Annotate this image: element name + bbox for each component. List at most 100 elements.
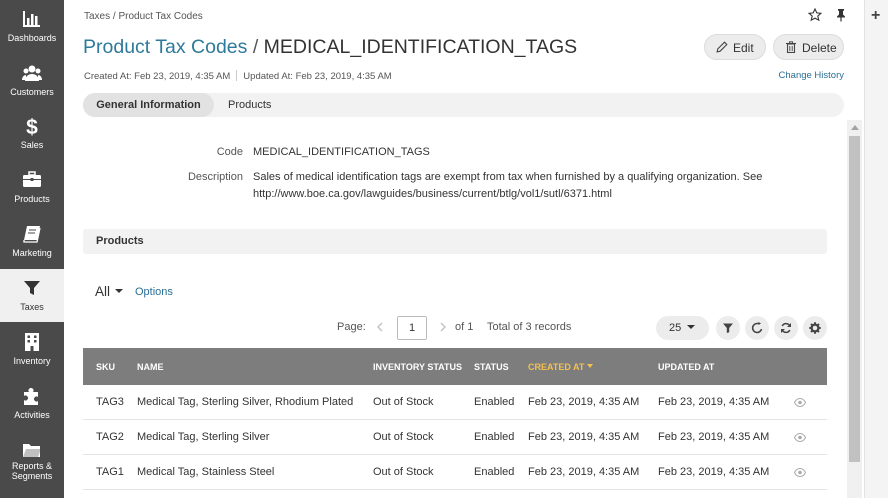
title-entity-link[interactable]: Product Tax Codes [83,36,247,58]
column-header-created-at[interactable]: CREATED AT [528,362,594,372]
edit-button[interactable]: Edit [704,34,766,60]
cell-name: Medical Tag, Stainless Steel [137,466,275,478]
tab-general-information[interactable]: General Information [83,93,214,117]
chevron-left-icon[interactable] [376,322,384,332]
nav-item-activities[interactable]: Activities [0,377,64,430]
table-row[interactable]: TAG3 Medical Tag, Sterling Silver, Rhodi… [83,385,827,420]
nav-item-products[interactable]: Products [0,161,64,214]
nav-label: Dashboards [7,33,57,43]
table-row[interactable]: TAG2 Medical Tag, Sterling Silver Out of… [83,420,827,455]
users-icon [22,65,42,81]
created-at-header-label: CREATED AT [528,362,585,372]
column-header-updated-at[interactable]: UPDATED AT [658,362,714,372]
pin-icon[interactable] [834,8,848,22]
building-icon [25,333,39,351]
delete-button[interactable]: Delete [773,34,844,60]
column-header-inventory-status[interactable]: INVENTORY STATUS [373,362,462,372]
meta-divider [236,70,238,81]
change-history-link[interactable]: Change History [779,70,844,81]
refresh-icon [781,322,791,334]
left-nav: Dashboards Customers $ Sales Products Ma… [0,0,64,498]
cell-sku: TAG2 [96,431,124,443]
nav-item-inventory[interactable]: Inventory [0,323,64,376]
cell-status: Enabled [474,396,515,408]
page-title: Product Tax Codes / MEDICAL_IDENTIFICATI… [83,36,577,59]
tab-products[interactable]: Products [228,93,271,117]
settings-button[interactable] [803,316,827,340]
refresh-button[interactable] [774,316,798,340]
description-value: Sales of medical identification tags are… [253,169,793,203]
pencil-icon [716,41,728,53]
page-label: Page: [337,321,366,333]
chevron-down-icon [687,325,696,329]
column-header-status[interactable]: STATUS [474,362,509,372]
column-header-name[interactable]: NAME [137,362,164,372]
code-value: MEDICAL_IDENTIFICATION_TAGS [253,146,430,158]
nav-item-dashboards[interactable]: Dashboards [0,0,64,53]
plus-icon[interactable]: + [871,8,880,24]
cell-updated-at: Feb 23, 2019, 4:35 AM [658,396,770,408]
folder-icon [23,444,41,457]
column-header-sku[interactable]: SKU [96,362,115,372]
per-page-select[interactable]: 25 [656,316,709,340]
undo-icon [751,322,763,334]
nav-label: Customers [10,87,54,97]
dollar-icon: $ [26,116,38,136]
nav-item-reports-segments[interactable]: Reports & Segments [0,431,64,498]
cell-name: Medical Tag, Sterling Silver [137,431,270,443]
svg-text:$: $ [26,116,38,136]
options-link[interactable]: Options [135,286,173,298]
nav-label: Inventory [13,356,51,366]
nav-item-marketing[interactable]: Marketing [0,215,64,268]
view-selector-label: All [95,284,111,299]
cell-created-at: Feb 23, 2019, 4:35 AM [528,431,640,443]
nav-item-sales[interactable]: $ Sales [0,107,64,160]
total-records: Total of 3 records [487,321,572,333]
eye-icon[interactable] [794,433,806,442]
nav-item-customers[interactable]: Customers [0,54,64,107]
edit-label: Edit [733,41,754,55]
delete-label: Delete [802,41,837,55]
cell-created-at: Feb 23, 2019, 4:35 AM [528,466,640,478]
nav-item-taxes[interactable]: Taxes [0,269,64,322]
nav-label: Taxes [20,302,44,312]
nav-label: Reports & Segments [0,461,64,481]
nav-label: Products [14,194,50,204]
scrollbar[interactable] [847,120,862,498]
per-page-value: 25 [669,322,682,334]
briefcase-icon [23,171,41,187]
nav-label-line2: Segments [11,471,53,481]
description-line: Sales of medical identification tags are… [253,171,763,183]
description-url: http://www.boe.ca.gov/lawguides/business… [253,188,612,200]
description-label: Description [187,171,243,183]
reset-button[interactable] [745,316,769,340]
sort-desc-icon [587,364,594,368]
cell-sku: TAG3 [96,396,124,408]
chevron-right-icon[interactable] [439,322,447,332]
cell-updated-at: Feb 23, 2019, 4:35 AM [658,466,770,478]
table-header: SKU NAME INVENTORY STATUS STATUS CREATED… [83,348,827,385]
trash-icon [786,41,796,53]
bar-chart-icon [23,11,40,27]
filter-button[interactable] [716,316,740,340]
breadcrumb[interactable]: Taxes / Product Tax Codes [84,11,203,22]
updated-at: Updated At: Feb 23, 2019, 4:35 AM [243,71,392,82]
cell-status: Enabled [474,466,515,478]
chevron-down-icon [115,289,124,293]
products-section-title: Products [96,235,144,247]
page-number-input[interactable]: 1 [397,316,427,340]
table-row[interactable]: TAG1 Medical Tag, Stainless Steel Out of… [83,455,827,490]
nav-label: Activities [14,410,50,420]
view-selector[interactable]: All [95,284,124,299]
app-root: Dashboards Customers $ Sales Products Ma… [0,0,888,498]
star-icon[interactable] [808,8,822,22]
cell-inventory-status: Out of Stock [373,466,434,478]
cell-inventory-status: Out of Stock [373,431,434,443]
scroll-up-arrow-icon[interactable] [851,125,859,130]
products-section-header: Products [83,229,827,254]
scrollbar-thumb[interactable] [849,136,860,462]
eye-icon[interactable] [794,468,806,477]
nav-label: Marketing [12,248,52,258]
eye-icon[interactable] [794,398,806,407]
page-count: of 1 [455,321,474,333]
